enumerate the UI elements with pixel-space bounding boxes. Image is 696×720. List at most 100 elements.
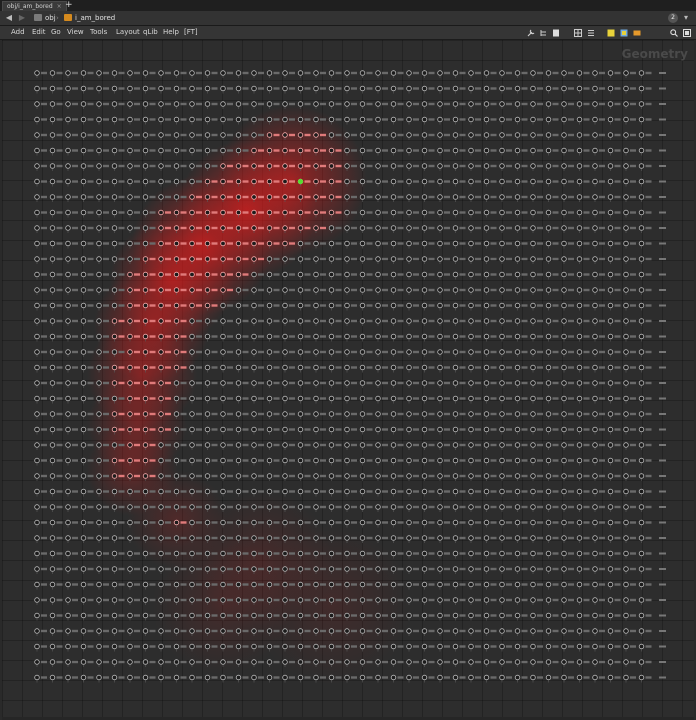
null-node[interactable] [49, 194, 63, 202]
null-node[interactable] [592, 271, 605, 280]
null-node[interactable] [390, 364, 404, 373]
null-node[interactable] [623, 442, 636, 450]
null-node[interactable] [499, 225, 512, 233]
null-node[interactable] [421, 426, 435, 435]
null-node[interactable] [328, 349, 342, 357]
null-node[interactable] [344, 333, 357, 342]
null-node[interactable] [576, 178, 590, 187]
pane-menu-icon[interactable]: ▾ [681, 13, 691, 23]
null-node[interactable] [390, 535, 404, 543]
null-node[interactable] [235, 426, 249, 435]
null-node[interactable] [282, 349, 295, 357]
null-node[interactable] [34, 411, 47, 419]
null-node[interactable] [592, 318, 605, 326]
null-node[interactable] [638, 473, 652, 481]
null-node[interactable] [328, 488, 342, 497]
null-node[interactable] [96, 535, 109, 543]
null-node[interactable] [266, 380, 280, 388]
null-node[interactable] [49, 240, 63, 249]
null-node[interactable] [514, 488, 528, 497]
null-node[interactable] [514, 287, 528, 295]
null-node[interactable] [607, 364, 621, 373]
note-icon[interactable] [607, 29, 615, 37]
null-node[interactable] [530, 70, 543, 78]
null-node[interactable] [282, 473, 295, 481]
null-node[interactable] [545, 411, 559, 419]
null-node[interactable] [607, 426, 621, 435]
null-node[interactable] [421, 209, 435, 218]
null-node[interactable] [437, 194, 450, 202]
null-node[interactable] [406, 287, 419, 295]
null-node[interactable] [452, 287, 466, 295]
null-node[interactable] [328, 240, 342, 249]
null-node[interactable] [390, 349, 404, 357]
null-node[interactable] [607, 225, 621, 233]
null-node[interactable] [34, 70, 47, 78]
null-node[interactable] [359, 287, 373, 295]
null-node[interactable] [638, 271, 652, 280]
null-node[interactable] [158, 147, 171, 156]
null-node[interactable] [65, 457, 78, 466]
null-node[interactable] [189, 70, 202, 78]
null-node[interactable] [437, 488, 450, 497]
null-node[interactable] [328, 70, 342, 78]
null-node[interactable] [313, 364, 326, 373]
null-node[interactable] [406, 271, 419, 280]
null-node[interactable] [421, 70, 435, 78]
null-node[interactable] [80, 302, 94, 311]
null-node[interactable] [421, 178, 435, 187]
null-node[interactable] [251, 395, 264, 404]
null-node[interactable] [65, 178, 78, 187]
null-node[interactable] [96, 519, 109, 528]
null-node[interactable] [499, 271, 512, 280]
null-node[interactable] [483, 101, 497, 109]
null-node[interactable] [49, 163, 63, 171]
null-node[interactable] [421, 240, 435, 249]
null-node[interactable] [251, 349, 264, 357]
null-node[interactable] [297, 395, 311, 404]
null-node[interactable] [607, 318, 621, 326]
null-node[interactable] [96, 240, 109, 249]
null-node[interactable] [530, 147, 543, 156]
null-node[interactable] [592, 519, 605, 528]
null-node[interactable] [297, 380, 311, 388]
null-node[interactable] [359, 116, 373, 125]
null-node[interactable] [545, 101, 559, 109]
null-node[interactable] [328, 473, 342, 481]
null-node[interactable] [406, 411, 419, 419]
null-node[interactable] [545, 147, 559, 156]
null-node[interactable] [65, 473, 78, 481]
null-node[interactable] [189, 101, 202, 109]
null-node[interactable] [468, 426, 481, 435]
null-node[interactable] [282, 457, 295, 466]
null-node[interactable] [406, 147, 419, 156]
null-node[interactable] [235, 442, 249, 450]
null-node[interactable] [390, 380, 404, 388]
null-node[interactable] [468, 256, 481, 264]
null-node[interactable] [49, 116, 63, 125]
null-node[interactable] [251, 70, 264, 78]
null-node[interactable] [499, 178, 512, 187]
null-node[interactable] [49, 411, 63, 419]
null-node[interactable] [251, 380, 264, 388]
null-node[interactable] [514, 504, 528, 512]
null-node[interactable] [561, 364, 574, 373]
null-node[interactable] [638, 85, 652, 94]
null-node[interactable] [65, 132, 78, 140]
null-node[interactable] [251, 101, 264, 109]
null-node[interactable] [251, 318, 264, 326]
page-icon[interactable] [552, 29, 560, 37]
null-node[interactable] [111, 116, 125, 125]
null-node[interactable] [437, 411, 450, 419]
null-node[interactable] [607, 209, 621, 218]
null-node[interactable] [592, 302, 605, 311]
null-node[interactable] [390, 271, 404, 280]
null-node[interactable] [80, 147, 94, 156]
null-node[interactable] [390, 194, 404, 202]
null-node[interactable] [49, 473, 63, 481]
null-node[interactable] [576, 504, 590, 512]
null-node[interactable] [638, 442, 652, 450]
null-node[interactable] [452, 504, 466, 512]
null-node[interactable] [561, 116, 574, 125]
null-node[interactable] [49, 132, 63, 140]
